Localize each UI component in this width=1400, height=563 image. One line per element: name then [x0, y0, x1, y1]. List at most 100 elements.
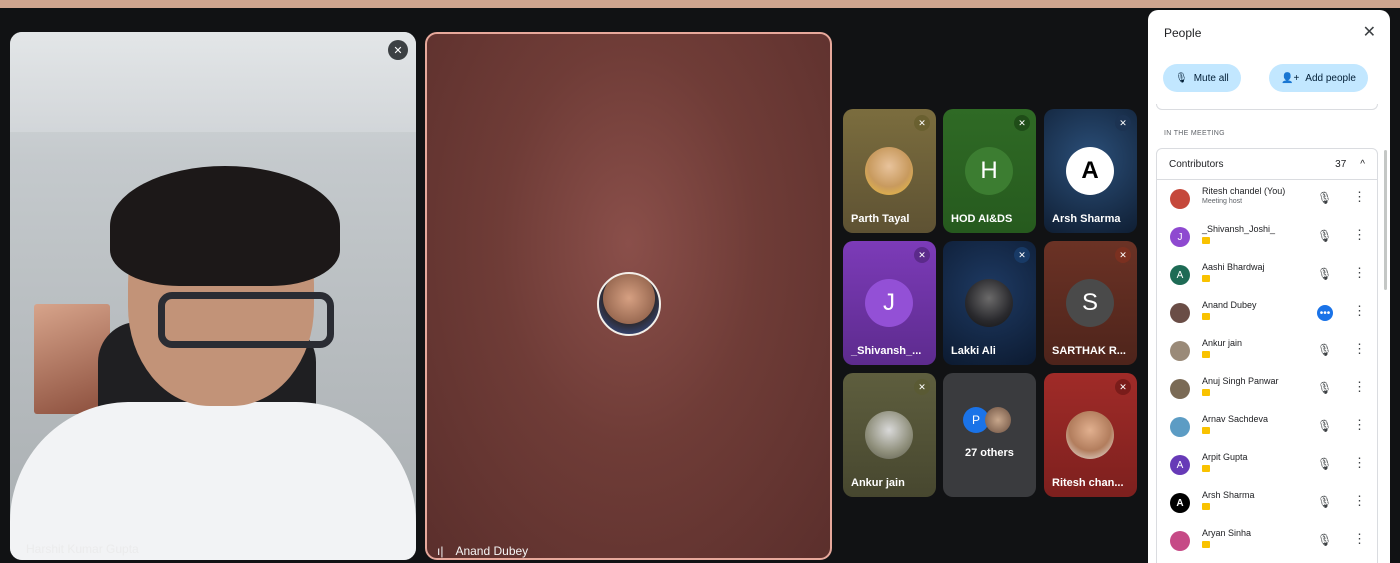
muted-mic-icon: ✕ [1014, 247, 1030, 263]
contributors-count: 37 [1335, 158, 1347, 170]
avatar [965, 279, 1013, 327]
participant-name: SARTHAK R... [1052, 345, 1126, 357]
mic-off-icon[interactable]: 🎙 [1317, 229, 1332, 243]
mic-off-icon[interactable]: 🎙 [1317, 533, 1332, 547]
scrollbar[interactable] [1384, 150, 1387, 290]
more-vert-icon[interactable]: ⋮ [1353, 417, 1366, 433]
person-glasses [158, 292, 334, 348]
list-item[interactable]: A Arsh Sharma 🎙 ⋮ [1157, 484, 1379, 522]
more-vert-icon[interactable]: ⋮ [1353, 531, 1366, 547]
list-item[interactable]: Ankur jain 🎙 ⋮ [1157, 332, 1379, 370]
video-tile-active-speaker[interactable]: ı| Anand Dubey [425, 32, 832, 560]
hand-badge-icon [1202, 465, 1210, 472]
muted-mic-icon: ✕ [914, 379, 930, 395]
avatar [865, 411, 913, 459]
muted-mic-icon: ✕ [914, 247, 930, 263]
mic-off-icon[interactable]: 🎙 [1317, 419, 1332, 433]
list-item[interactable]: Ritesh chandel (You) Meeting host 🎙 ⋮ [1157, 180, 1379, 218]
muted-mic-icon: ✕ [388, 40, 408, 60]
chevron-up-icon[interactable]: ^ [1360, 159, 1365, 170]
avatar [1170, 341, 1190, 361]
hand-badge-icon [1202, 275, 1210, 282]
section-heading: IN THE MEETING [1164, 130, 1225, 137]
add-people-button[interactable]: 👤+ Add people [1269, 64, 1368, 92]
more-vert-icon[interactable]: ⋮ [1353, 265, 1366, 281]
participant-name: Arsh Sharma [1052, 213, 1121, 225]
muted-mic-icon: ✕ [1115, 379, 1131, 395]
muted-mic-icon: ✕ [1014, 115, 1030, 131]
participant-name: Anand Dubey [1202, 300, 1257, 310]
role-label: Meeting host [1202, 198, 1243, 205]
hand-badge-icon [1202, 541, 1210, 548]
more-vert-icon[interactable]: ⋮ [1353, 227, 1366, 243]
participant-name: Lakki Ali [951, 345, 996, 357]
list-item[interactable]: J _Shivansh_Joshi_ 🎙 ⋮ [1157, 218, 1379, 256]
list-item[interactable]: Arnav Sachdeva 🎙 ⋮ [1157, 408, 1379, 446]
avatar [597, 272, 661, 336]
avatar [865, 147, 913, 195]
grid-tile-hod[interactable]: H ✕ HOD AI&DS [943, 109, 1036, 233]
participant-name: HOD AI&DS [951, 213, 1013, 225]
participants-list: Ritesh chandel (You) Meeting host 🎙 ⋮ J … [1156, 180, 1378, 563]
more-vert-icon[interactable]: ⋮ [1353, 341, 1366, 357]
mic-off-icon[interactable]: 🎙 [1317, 191, 1332, 205]
hand-badge-icon [1202, 351, 1210, 358]
more-vert-icon[interactable]: ⋮ [1353, 379, 1366, 395]
hand-badge-icon [1202, 389, 1210, 396]
avatar [1170, 303, 1190, 323]
background-wall [10, 32, 416, 132]
mic-off-icon[interactable]: 🎙 [1317, 343, 1332, 357]
mic-off-icon[interactable]: 🎙 [1317, 457, 1332, 471]
grid-tile-ritesh[interactable]: ✕ Ritesh chan... [1044, 373, 1137, 497]
mic-off-icon: 🎙 [1175, 72, 1188, 84]
muted-mic-icon: ✕ [1115, 115, 1131, 131]
participant-name: Arnav Sachdeva [1202, 414, 1269, 424]
grid-tile-arsh-sharma[interactable]: A ✕ Arsh Sharma [1044, 109, 1137, 233]
grid-tile-parth-tayal[interactable]: ✕ Parth Tayal [843, 109, 936, 233]
avatar [1170, 417, 1190, 437]
others-count: 27 others [965, 447, 1014, 459]
avatar: H [965, 147, 1013, 195]
mic-off-icon[interactable]: 🎙 [1317, 495, 1332, 509]
mute-all-button[interactable]: 🎙 Mute all [1163, 64, 1241, 92]
avatar [1170, 189, 1190, 209]
close-icon[interactable]: ✕ [1363, 22, 1376, 42]
participant-name: Parth Tayal [851, 213, 910, 225]
participant-name: _Shivansh_... [851, 345, 922, 357]
list-item[interactable]: A Aashi Bhardwaj 🎙 ⋮ [1157, 256, 1379, 294]
grid-tile-lakki-ali[interactable]: ✕ Lakki Ali [943, 241, 1036, 365]
participant-name: Ankur jain [851, 477, 905, 489]
muted-mic-icon: ✕ [1115, 247, 1131, 263]
more-vert-icon[interactable]: ⋮ [1353, 189, 1366, 205]
avatar [1170, 379, 1190, 399]
list-item[interactable]: Aryan Sinha 🎙 ⋮ [1157, 522, 1379, 560]
avatar: S [1066, 279, 1114, 327]
more-vert-icon[interactable]: ⋮ [1353, 303, 1366, 319]
grid-tile-shivansh[interactable]: J ✕ _Shivansh_... [843, 241, 936, 365]
speaking-indicator-icon: ••• [1317, 305, 1333, 321]
avatar: A [1170, 493, 1190, 513]
hand-badge-icon [1202, 503, 1210, 510]
mic-off-icon[interactable]: 🎙 [1317, 267, 1332, 281]
mic-off-icon[interactable]: 🎙 [1317, 381, 1332, 395]
avatar: A [1170, 455, 1190, 475]
add-person-icon: 👤+ [1281, 72, 1300, 84]
more-vert-icon[interactable]: ⋮ [1353, 455, 1366, 471]
audio-indicator-icon: ı| [437, 544, 444, 558]
participant-name: ı| Anand Dubey [437, 544, 529, 558]
person-hair [110, 166, 340, 286]
grid-tile-sarthak[interactable]: S ✕ SARTHAK R... [1044, 241, 1137, 365]
contributors-header[interactable]: Contributors 37 ^ [1156, 148, 1378, 180]
list-item[interactable]: Anuj Singh Panwar 🎙 ⋮ [1157, 370, 1379, 408]
participant-name: Ritesh chandel (You) [1202, 186, 1286, 196]
video-tile-self[interactable]: ✕ Harshit Kumar Gupta [10, 32, 416, 560]
more-vert-icon[interactable]: ⋮ [1353, 493, 1366, 509]
participant-name: Harshit Kumar Gupta [26, 542, 139, 556]
list-item[interactable]: Anand Dubey ••• ⋮ [1157, 294, 1379, 332]
participant-name: _Shivansh_Joshi_ [1202, 224, 1276, 234]
avatar [985, 407, 1011, 433]
person-shirt [10, 402, 416, 560]
grid-tile-others[interactable]: P 27 others [943, 373, 1036, 497]
grid-tile-ankur-jain[interactable]: ✕ Ankur jain [843, 373, 936, 497]
list-item[interactable]: A Arpit Gupta 🎙 ⋮ [1157, 446, 1379, 484]
